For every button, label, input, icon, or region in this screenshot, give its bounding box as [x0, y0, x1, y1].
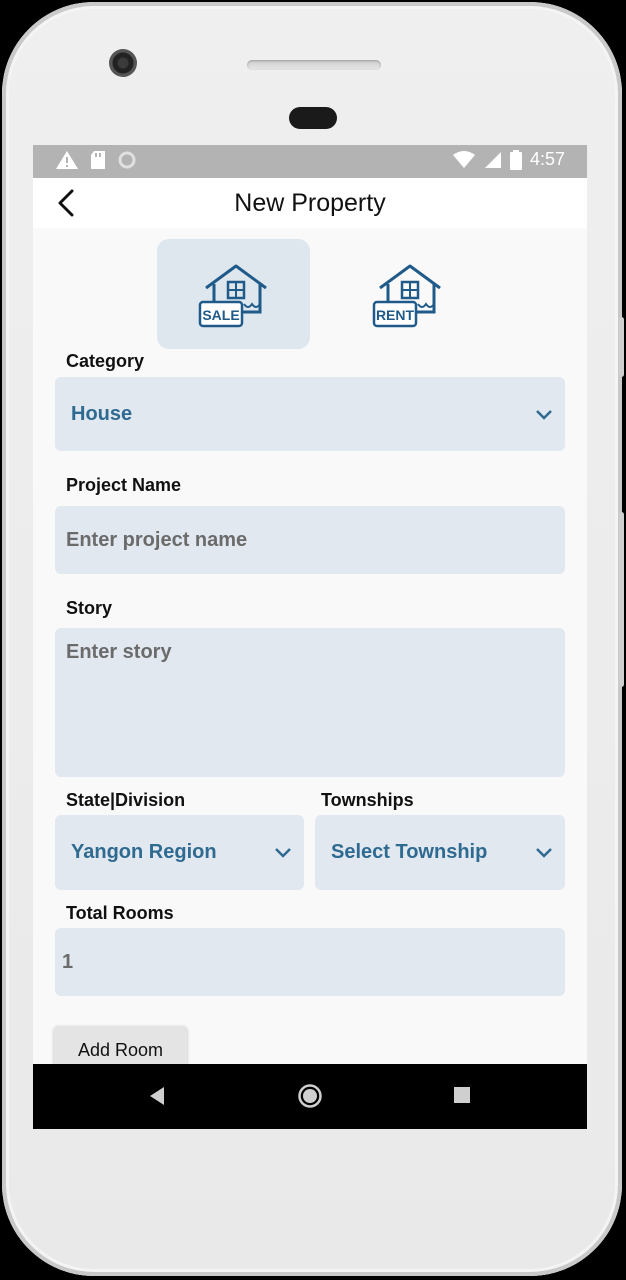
earpiece-speaker: [247, 60, 381, 70]
house-sale-icon: SALE: [198, 264, 267, 328]
townships-value: Select Township: [331, 841, 488, 863]
page-title: New Property: [234, 189, 386, 217]
screen: 4:57 New Property SALE RENT Category Hou…: [33, 145, 587, 1129]
add-room-button[interactable]: Add Room: [54, 1026, 187, 1064]
chevron-down-icon: [536, 848, 552, 858]
sd-card-icon: [91, 151, 105, 169]
category-dropdown[interactable]: House: [55, 377, 565, 451]
sale-type-card[interactable]: SALE: [157, 239, 310, 349]
front-camera: [109, 49, 137, 77]
rent-label: RENT: [375, 307, 414, 323]
back-triangle-icon: [150, 1087, 164, 1105]
app-bar: New Property: [33, 178, 587, 228]
state-division-dropdown[interactable]: Yangon Region: [55, 815, 304, 890]
total-rooms-value: 1: [62, 951, 74, 973]
townships-label: Townships: [321, 790, 414, 810]
status-bar: 4:57: [33, 145, 587, 178]
category-value: House: [71, 403, 133, 425]
state-division-label: State|Division: [66, 790, 186, 810]
form-content: SALE RENT Category House Project Name En…: [33, 228, 587, 1064]
project-name-label: Project Name: [66, 475, 182, 495]
total-rooms-label: Total Rooms: [66, 903, 174, 923]
navigation-bar: [33, 1064, 587, 1129]
chevron-down-icon: [275, 848, 291, 858]
project-name-placeholder: Enter project name: [66, 529, 248, 551]
house-rent-icon: RENT: [372, 264, 441, 328]
circle-icon: [118, 151, 136, 169]
nav-recents-button[interactable]: [453, 1086, 471, 1109]
wifi-icon: [452, 150, 475, 168]
story-textarea[interactable]: Enter story: [55, 628, 565, 777]
nav-home-button[interactable]: [297, 1083, 323, 1114]
home-circle-icon: [298, 1084, 322, 1108]
clock: 4:57: [529, 149, 565, 169]
total-rooms-input[interactable]: 1: [55, 928, 565, 996]
state-division-value: Yangon Region: [71, 841, 217, 863]
story-label: Story: [66, 598, 113, 618]
battery-icon: [509, 149, 522, 170]
sale-label: SALE: [202, 307, 239, 323]
chevron-down-icon: [536, 410, 552, 420]
category-label: Category: [66, 351, 145, 371]
power-button: [619, 512, 624, 687]
volume-button: [619, 317, 624, 377]
recents-square-icon: [454, 1087, 470, 1103]
rent-type-card[interactable]: RENT: [331, 239, 484, 349]
townships-dropdown[interactable]: Select Township: [315, 815, 565, 890]
proximity-sensor: [289, 107, 337, 129]
story-placeholder: Enter story: [66, 641, 172, 663]
signal-icon: [484, 151, 501, 168]
project-name-input[interactable]: Enter project name: [55, 506, 565, 574]
warning-icon: [56, 151, 78, 169]
nav-back-button[interactable]: [146, 1084, 166, 1113]
